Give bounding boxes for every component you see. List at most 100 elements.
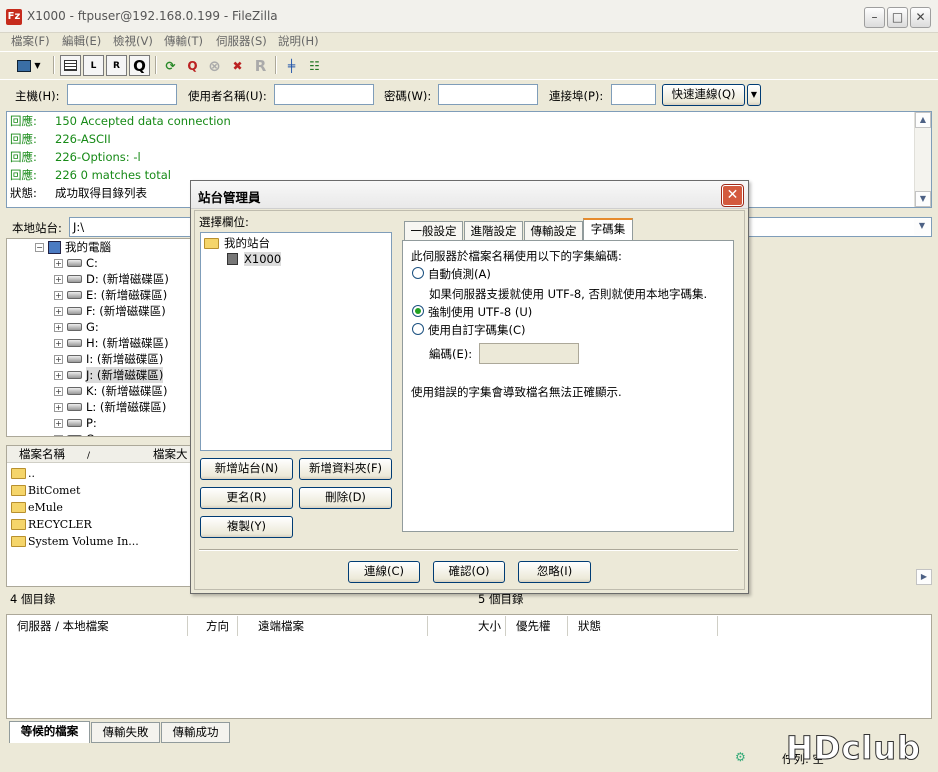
local-site-label: 本地站台:: [12, 221, 62, 235]
encoding-input[interactable]: [479, 343, 579, 364]
password-input[interactable]: [438, 84, 538, 105]
remote-path-input[interactable]: ▼: [745, 217, 932, 237]
delete-button[interactable]: 刪除(D): [299, 487, 392, 509]
tab-transfer[interactable]: 傳輸設定: [524, 221, 583, 241]
list-item[interactable]: RECYCLER: [11, 516, 92, 533]
new-site-button[interactable]: 新增站台(N): [200, 458, 293, 480]
tree-drive[interactable]: +Q:: [54, 431, 99, 436]
dialog-title: 站台管理員: [198, 190, 261, 205]
column-header-name[interactable]: 檔案名稱 /: [7, 446, 141, 463]
tab-charset[interactable]: 字碼集: [583, 218, 633, 241]
disconnect-icon[interactable]: ✖: [227, 55, 248, 76]
queue-col-size[interactable]: 大小: [428, 616, 506, 636]
quickconnect-dropdown-icon[interactable]: ▼: [747, 84, 761, 106]
maximize-button[interactable]: □: [887, 7, 908, 28]
username-label: 使用者名稱(U):: [188, 89, 267, 103]
dialog-close-icon[interactable]: ✕: [721, 184, 744, 207]
radio-auto-label[interactable]: 自動偵測(A): [428, 266, 491, 282]
compare-icon[interactable]: ☷: [304, 55, 325, 76]
username-input[interactable]: [274, 84, 374, 105]
tree-drive[interactable]: + D: (新增磁碟區): [54, 271, 169, 287]
tree-drive[interactable]: + P:: [54, 415, 97, 431]
menu-help[interactable]: 說明(H): [278, 33, 319, 49]
radio-custom[interactable]: [412, 323, 424, 335]
tree-root[interactable]: − 我的電腦: [35, 239, 111, 255]
network-icon: ⚙: [735, 750, 746, 764]
tree-drive[interactable]: + I: (新增磁碟區): [54, 351, 163, 367]
status-bar: ⚙ 佇列: 空 HDclub: [0, 732, 938, 772]
site-manager-icon[interactable]: ▼: [12, 55, 46, 76]
tree-drive-selected[interactable]: + J: (新增磁碟區): [54, 367, 164, 383]
minimize-button[interactable]: –: [864, 7, 885, 28]
charset-panel: 此伺服器於檔案名稱使用以下的字集編碼: 自動偵測(A) 如果伺服器支援就使用 U…: [402, 240, 734, 532]
filter-icon[interactable]: ╪: [281, 55, 302, 76]
tree-drive[interactable]: + H: (新增磁碟區): [54, 335, 169, 351]
connect-button[interactable]: 連線(C): [348, 561, 420, 583]
menu-edit[interactable]: 編輯(E): [62, 33, 101, 49]
window-title: X1000 - ftpuser@192.168.0.199 - FileZill…: [27, 9, 278, 23]
local-path-input[interactable]: J:\: [69, 217, 195, 237]
toggle-queue-icon[interactable]: Q: [129, 55, 150, 76]
drive-icon: [67, 291, 82, 299]
tab-advanced[interactable]: 進階設定: [464, 221, 523, 241]
queue-col-status[interactable]: 狀態: [568, 616, 718, 636]
list-item[interactable]: ..: [11, 465, 35, 482]
radio-utf8[interactable]: [412, 305, 424, 317]
queue-col-remote[interactable]: 遠端檔案: [238, 616, 428, 636]
cancel-button[interactable]: 忽略(I): [518, 561, 591, 583]
tab-queued-files[interactable]: 等候的檔案: [9, 721, 90, 743]
process-queue-icon[interactable]: Q: [182, 55, 203, 76]
host-label: 主機(H):: [15, 89, 60, 103]
charset-warning: 使用錯誤的字集會導致檔名無法正確顯示.: [411, 385, 622, 399]
tab-successful-transfers[interactable]: 傳輸成功: [161, 722, 230, 743]
ok-button[interactable]: 確認(O): [433, 561, 505, 583]
drive-icon: [67, 435, 82, 436]
close-icon[interactable]: ✕: [910, 7, 931, 28]
menu-server[interactable]: 伺服器(S): [216, 33, 267, 49]
list-item[interactable]: BitComet: [11, 482, 80, 499]
tree-drive[interactable]: + F: (新增磁碟區): [54, 303, 166, 319]
reconnect-icon[interactable]: R: [250, 55, 271, 76]
local-tree: − 我的電腦 + C: + D: (新增磁碟區) + E: (新增磁碟區) + F: (新…: [6, 238, 193, 437]
menu-file[interactable]: 檔案(F): [11, 33, 50, 49]
column-header-size[interactable]: 檔案大: [141, 446, 192, 463]
list-item[interactable]: System Volume In...: [11, 533, 139, 550]
tree-drive[interactable]: + C:: [54, 255, 98, 271]
queue-col-priority[interactable]: 優先權: [506, 616, 568, 636]
copy-button[interactable]: 複製(Y): [200, 516, 293, 538]
queue-col-server[interactable]: 伺服器 / 本地檔案: [7, 616, 188, 636]
host-input[interactable]: [67, 84, 177, 105]
encoding-label: 編碼(E):: [429, 347, 473, 361]
transfer-queue: 伺服器 / 本地檔案 方向 遠端檔案 大小 優先權 狀態: [6, 614, 932, 719]
refresh-icon[interactable]: ⟳: [160, 55, 181, 76]
tab-failed-transfers[interactable]: 傳輸失敗: [91, 722, 160, 743]
computer-icon: [48, 240, 61, 254]
site-item-x1000[interactable]: X1000: [227, 251, 282, 267]
menu-transfer[interactable]: 傳輸(T): [164, 33, 203, 49]
toggle-log-icon[interactable]: [60, 55, 81, 76]
scroll-down-icon[interactable]: ▼: [915, 191, 931, 207]
log-scrollbar[interactable]: ▲ ▼: [914, 112, 931, 207]
queue-col-direction[interactable]: 方向: [188, 616, 238, 636]
radio-custom-label[interactable]: 使用自訂字碼集(C): [428, 322, 526, 338]
new-folder-button[interactable]: 新增資料夾(F): [299, 458, 392, 480]
tree-drive[interactable]: + K: (新增磁碟區): [54, 383, 168, 399]
toggle-local-tree-icon[interactable]: L: [83, 55, 104, 76]
tree-drive[interactable]: + G:: [54, 319, 99, 335]
tree-drive[interactable]: + L: (新增磁碟區): [54, 399, 166, 415]
menu-view[interactable]: 檢視(V): [113, 33, 153, 49]
scroll-up-icon[interactable]: ▲: [915, 112, 931, 128]
radio-utf8-label[interactable]: 強制使用 UTF-8 (U): [428, 304, 532, 320]
radio-auto[interactable]: [412, 267, 424, 279]
rename-button[interactable]: 更名(R): [200, 487, 293, 509]
port-input[interactable]: [611, 84, 656, 105]
cancel-icon[interactable]: ⊗: [204, 55, 225, 76]
scroll-right-icon[interactable]: ▶: [916, 569, 932, 585]
site-root[interactable]: 我的站台: [204, 235, 270, 251]
chevron-down-icon[interactable]: ▼: [914, 219, 930, 235]
tab-general[interactable]: 一般設定: [404, 221, 463, 241]
toggle-remote-tree-icon[interactable]: R: [106, 55, 127, 76]
quickconnect-button[interactable]: 快速連線(Q): [662, 84, 745, 106]
tree-drive[interactable]: + E: (新增磁碟區): [54, 287, 167, 303]
list-item[interactable]: eMule: [11, 499, 63, 516]
